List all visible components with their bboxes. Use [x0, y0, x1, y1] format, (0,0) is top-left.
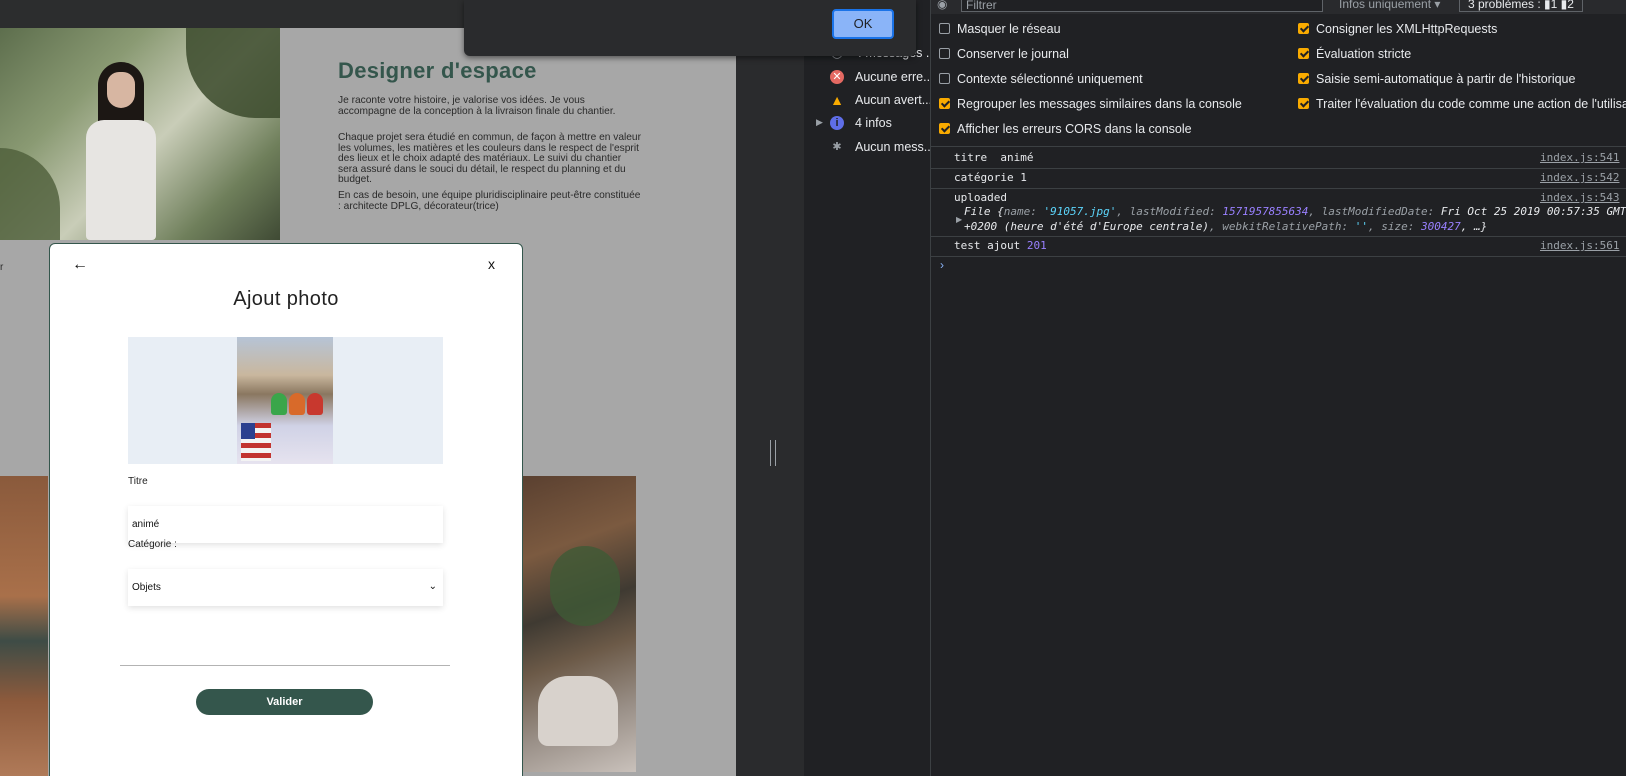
info-icon: i — [830, 116, 844, 130]
intro-paragraph: Je raconte votre histoire, je valorise v… — [338, 95, 616, 117]
error-icon: ✕ — [830, 70, 844, 84]
console-settings: Masquer le réseau Conserver le journal C… — [931, 16, 1626, 147]
checkbox[interactable] — [939, 23, 950, 34]
setting-label: Afficher les erreurs CORS dans la consol… — [957, 122, 1192, 136]
titre-label: Titre — [128, 476, 148, 487]
clipped-text: r — [0, 262, 4, 273]
source-link[interactable]: index.js:543 — [1540, 191, 1619, 204]
checkbox[interactable] — [939, 123, 950, 134]
console-message: test ajout 201 index.js:561 — [931, 236, 1626, 257]
divider — [120, 665, 450, 666]
console-prompt[interactable]: › — [940, 258, 944, 272]
setting-label: Regrouper les messages similaires dans l… — [957, 97, 1242, 111]
checkbox[interactable] — [1298, 23, 1309, 34]
uploaded-image-preview — [237, 337, 333, 464]
sidebar-item-warnings[interactable]: ▲ Aucun avert... — [804, 90, 930, 112]
interior-photo-left — [0, 476, 48, 776]
checkbox[interactable] — [939, 98, 950, 109]
setting-label: Contexte sélectionné uniquement — [957, 72, 1143, 86]
sidebar-item-label: Aucune erre... — [855, 70, 930, 84]
checkbox[interactable] — [1298, 73, 1309, 84]
add-photo-modal: ← x Ajout photo Titre animé Catégorie : … — [49, 243, 523, 776]
panel-splitter[interactable] — [736, 0, 804, 776]
page-title: Designer d'espace — [338, 58, 537, 83]
sidebar-item-label: 4 infos — [855, 116, 892, 130]
verbose-icon: ✱ — [832, 141, 842, 153]
back-arrow-icon[interactable]: ← — [72, 256, 88, 274]
log-text: catégorie 1 — [954, 171, 1027, 184]
categorie-label: Catégorie : — [128, 539, 177, 550]
eye-icon[interactable]: ◉ — [937, 0, 947, 11]
source-link[interactable]: index.js:561 — [1540, 239, 1619, 252]
sidebar-item-info[interactable]: ▶ i 4 infos — [804, 113, 930, 135]
woman-figure — [86, 62, 156, 240]
categorie-selected-value: Objets — [132, 582, 161, 593]
sidebar-item-errors[interactable]: ✕ Aucune erre... — [804, 67, 930, 89]
sidebar-item-label: Aucun avert... — [855, 93, 930, 107]
foliage — [186, 28, 280, 118]
checkbox[interactable] — [1298, 98, 1309, 109]
console-panel: ◉ Filtrer Infos uniquement ▾ 3 problèmes… — [931, 0, 1626, 776]
log-text: titre animé — [954, 151, 1034, 164]
checkbox[interactable] — [939, 73, 950, 84]
console-message: catégorie 1 index.js:542 — [931, 168, 1626, 189]
setting-label: Masquer le réseau — [957, 22, 1061, 36]
expand-triangle-icon[interactable]: ▶ — [956, 215, 962, 224]
sidebar-item-verbose[interactable]: ✱ Aucun mess... — [804, 137, 930, 159]
log-text: test ajout 201 — [954, 239, 1047, 252]
checkbox[interactable] — [1298, 48, 1309, 59]
console-message: titre animé index.js:541 — [931, 148, 1626, 169]
alert-dialog: OK — [464, 0, 916, 56]
splitter-grip-icon[interactable] — [770, 440, 776, 466]
validate-button[interactable]: Valider — [196, 689, 373, 715]
setting-label: Évaluation stricte — [1316, 47, 1412, 61]
close-button[interactable]: x — [488, 256, 495, 272]
console-sidebar: ▶ ◯ 4 messages ... ✕ Aucune erre... ▲ Au… — [804, 0, 931, 776]
sidebar-item-label: Aucun mess... — [855, 140, 930, 154]
filter-input[interactable]: Filtrer — [961, 0, 1323, 12]
issues-button[interactable]: 3 problèmes : ▮1 ▮2 — [1459, 0, 1583, 12]
file-object-preview-cont: +0200 (heure d'été d'Europe centrale), w… — [964, 220, 1488, 233]
modal-title: Ajout photo — [233, 288, 339, 310]
interior-photo-right — [520, 476, 636, 772]
log-levels-dropdown[interactable]: Infos uniquement ▾ — [1339, 0, 1440, 11]
source-link[interactable]: index.js:542 — [1540, 171, 1619, 184]
setting-label: Consigner les XMLHttpRequests — [1316, 22, 1498, 36]
setting-label: Traiter l'évaluation du code comme une a… — [1316, 97, 1626, 111]
categorie-select[interactable]: Objets ⌄ — [128, 569, 443, 606]
file-object-preview[interactable]: File {name: '91057.jpg', lastModified: 1… — [964, 205, 1626, 218]
portrait-photo — [0, 28, 280, 240]
expand-triangle-icon[interactable]: ▶ — [816, 117, 823, 128]
project-paragraph: Chaque projet sera étudié en commun, de … — [338, 132, 641, 186]
website-viewport: Designer d'espace Je raconte votre histo… — [0, 0, 736, 776]
setting-label: Conserver le journal — [957, 47, 1069, 61]
foliage — [0, 148, 60, 240]
console-toolbar: ◉ Filtrer Infos uniquement ▾ 3 problèmes… — [931, 0, 1626, 14]
team-paragraph: En cas de besoin, une équipe pluridiscip… — [338, 190, 641, 212]
ok-button[interactable]: OK — [832, 9, 894, 39]
source-link[interactable]: index.js:541 — [1540, 151, 1619, 164]
titre-input[interactable]: animé — [128, 506, 443, 543]
photo-preview-area[interactable] — [128, 337, 443, 464]
setting-label: Saisie semi-automatique à partir de l'hi… — [1316, 72, 1576, 86]
warning-icon: ▲ — [830, 92, 844, 108]
chevron-down-icon: ⌄ — [428, 581, 437, 592]
log-text: uploaded — [954, 191, 1007, 204]
checkbox[interactable] — [939, 48, 950, 59]
